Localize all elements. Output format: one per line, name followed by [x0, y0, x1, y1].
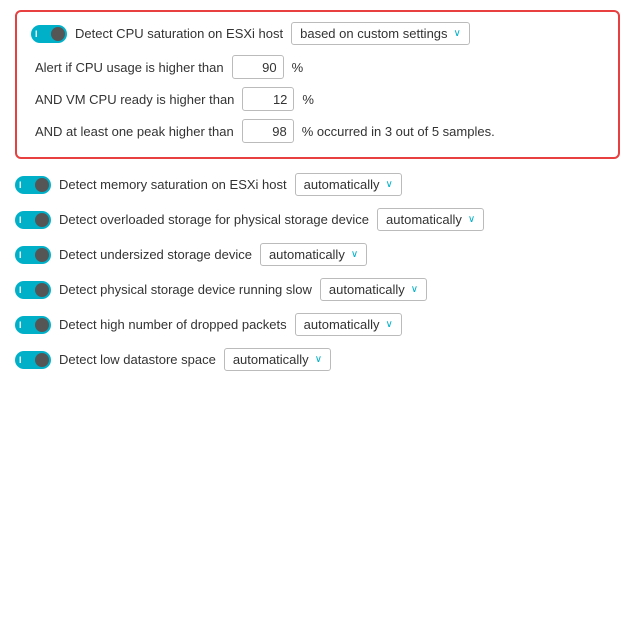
dropdown-value-datastore-space: automatically — [233, 352, 309, 367]
dropdown-value-storage-overload: automatically — [386, 212, 462, 227]
setting-row-storage-undersized: I Detect undersized storage device autom… — [15, 243, 620, 266]
toggle-storage-undersized[interactable]: I — [15, 246, 51, 264]
toggle-knob-memory — [35, 178, 49, 192]
title-memory: Detect memory saturation on ESXi host — [59, 177, 287, 192]
toggle-datastore-space[interactable]: I — [15, 351, 51, 369]
dropdown-storage-slow[interactable]: automatically ∨ — [320, 278, 427, 301]
title-dropped-packets: Detect high number of dropped packets — [59, 317, 287, 332]
cpu-main-row: I Detect CPU saturation on ESXi host bas… — [31, 22, 604, 45]
toggle-knob-datastore-space — [35, 353, 49, 367]
toggle-label-storage-slow: I — [19, 285, 22, 295]
dropdown-value-storage-slow: automatically — [329, 282, 405, 297]
dropdown-storage-undersized[interactable]: automatically ∨ — [260, 243, 367, 266]
toggle-storage-overload[interactable]: I — [15, 211, 51, 229]
cpu-peak-suffix: % occurred in 3 out of 5 samples. — [302, 124, 495, 139]
cpu-peak-input[interactable] — [242, 119, 294, 143]
setting-row-storage-overload: I Detect overloaded storage for physical… — [15, 208, 620, 231]
dropdown-value-memory: automatically — [304, 177, 380, 192]
toggle-label-memory: I — [19, 180, 22, 190]
cpu-section: I Detect CPU saturation on ESXi host bas… — [15, 10, 620, 159]
cpu-toggle[interactable]: I — [31, 25, 67, 43]
dropdown-chevron-icon-memory: ∨ — [385, 179, 392, 190]
cpu-dropdown[interactable]: based on custom settings ∨ — [291, 22, 470, 45]
dropdown-chevron-icon-storage-slow: ∨ — [411, 284, 418, 295]
cpu-alert-unit: % — [292, 60, 304, 75]
toggle-memory[interactable]: I — [15, 176, 51, 194]
toggle-knob-dropped-packets — [35, 318, 49, 332]
dropdown-dropped-packets[interactable]: automatically ∨ — [295, 313, 402, 336]
dropdown-datastore-space[interactable]: automatically ∨ — [224, 348, 331, 371]
dropdown-chevron-icon-dropped-packets: ∨ — [386, 319, 393, 330]
dropdown-memory[interactable]: automatically ∨ — [295, 173, 402, 196]
setting-row-memory: I Detect memory saturation on ESXi host … — [15, 173, 620, 196]
cpu-toggle-knob — [51, 27, 65, 41]
dropdown-value-dropped-packets: automatically — [304, 317, 380, 332]
toggle-dropped-packets[interactable]: I — [15, 316, 51, 334]
cpu-toggle-label: I — [35, 29, 38, 39]
toggle-label-storage-undersized: I — [19, 250, 22, 260]
cpu-vm-input[interactable] — [242, 87, 294, 111]
toggle-knob-storage-slow — [35, 283, 49, 297]
cpu-alert-input[interactable] — [232, 55, 284, 79]
title-storage-undersized: Detect undersized storage device — [59, 247, 252, 262]
cpu-alert-row: Alert if CPU usage is higher than % — [31, 55, 604, 79]
toggle-label-datastore-space: I — [19, 355, 22, 365]
cpu-dropdown-chevron-icon: ∨ — [454, 28, 461, 39]
setting-row-storage-slow: I Detect physical storage device running… — [15, 278, 620, 301]
dropdown-chevron-icon-storage-undersized: ∨ — [351, 249, 358, 260]
toggle-knob-storage-overload — [35, 213, 49, 227]
cpu-vm-row: AND VM CPU ready is higher than % — [31, 87, 604, 111]
dropdown-value-storage-undersized: automatically — [269, 247, 345, 262]
cpu-vm-unit: % — [302, 92, 314, 107]
cpu-dropdown-value: based on custom settings — [300, 26, 447, 41]
toggle-knob-storage-undersized — [35, 248, 49, 262]
setting-row-dropped-packets: I Detect high number of dropped packets … — [15, 313, 620, 336]
title-datastore-space: Detect low datastore space — [59, 352, 216, 367]
cpu-alert-prefix: Alert if CPU usage is higher than — [35, 60, 224, 75]
cpu-vm-prefix: AND VM CPU ready is higher than — [35, 92, 234, 107]
cpu-peak-row: AND at least one peak higher than % occu… — [31, 119, 604, 143]
dropdown-chevron-icon-storage-overload: ∨ — [468, 214, 475, 225]
dropdown-storage-overload[interactable]: automatically ∨ — [377, 208, 484, 231]
cpu-title: Detect CPU saturation on ESXi host — [75, 26, 283, 41]
toggle-storage-slow[interactable]: I — [15, 281, 51, 299]
setting-row-datastore-space: I Detect low datastore space automatical… — [15, 348, 620, 371]
toggle-label-dropped-packets: I — [19, 320, 22, 330]
cpu-peak-prefix: AND at least one peak higher than — [35, 124, 234, 139]
dropdown-chevron-icon-datastore-space: ∨ — [315, 354, 322, 365]
settings-list: I Detect memory saturation on ESXi host … — [15, 173, 620, 371]
title-storage-slow: Detect physical storage device running s… — [59, 282, 312, 297]
toggle-label-storage-overload: I — [19, 215, 22, 225]
title-storage-overload: Detect overloaded storage for physical s… — [59, 212, 369, 227]
